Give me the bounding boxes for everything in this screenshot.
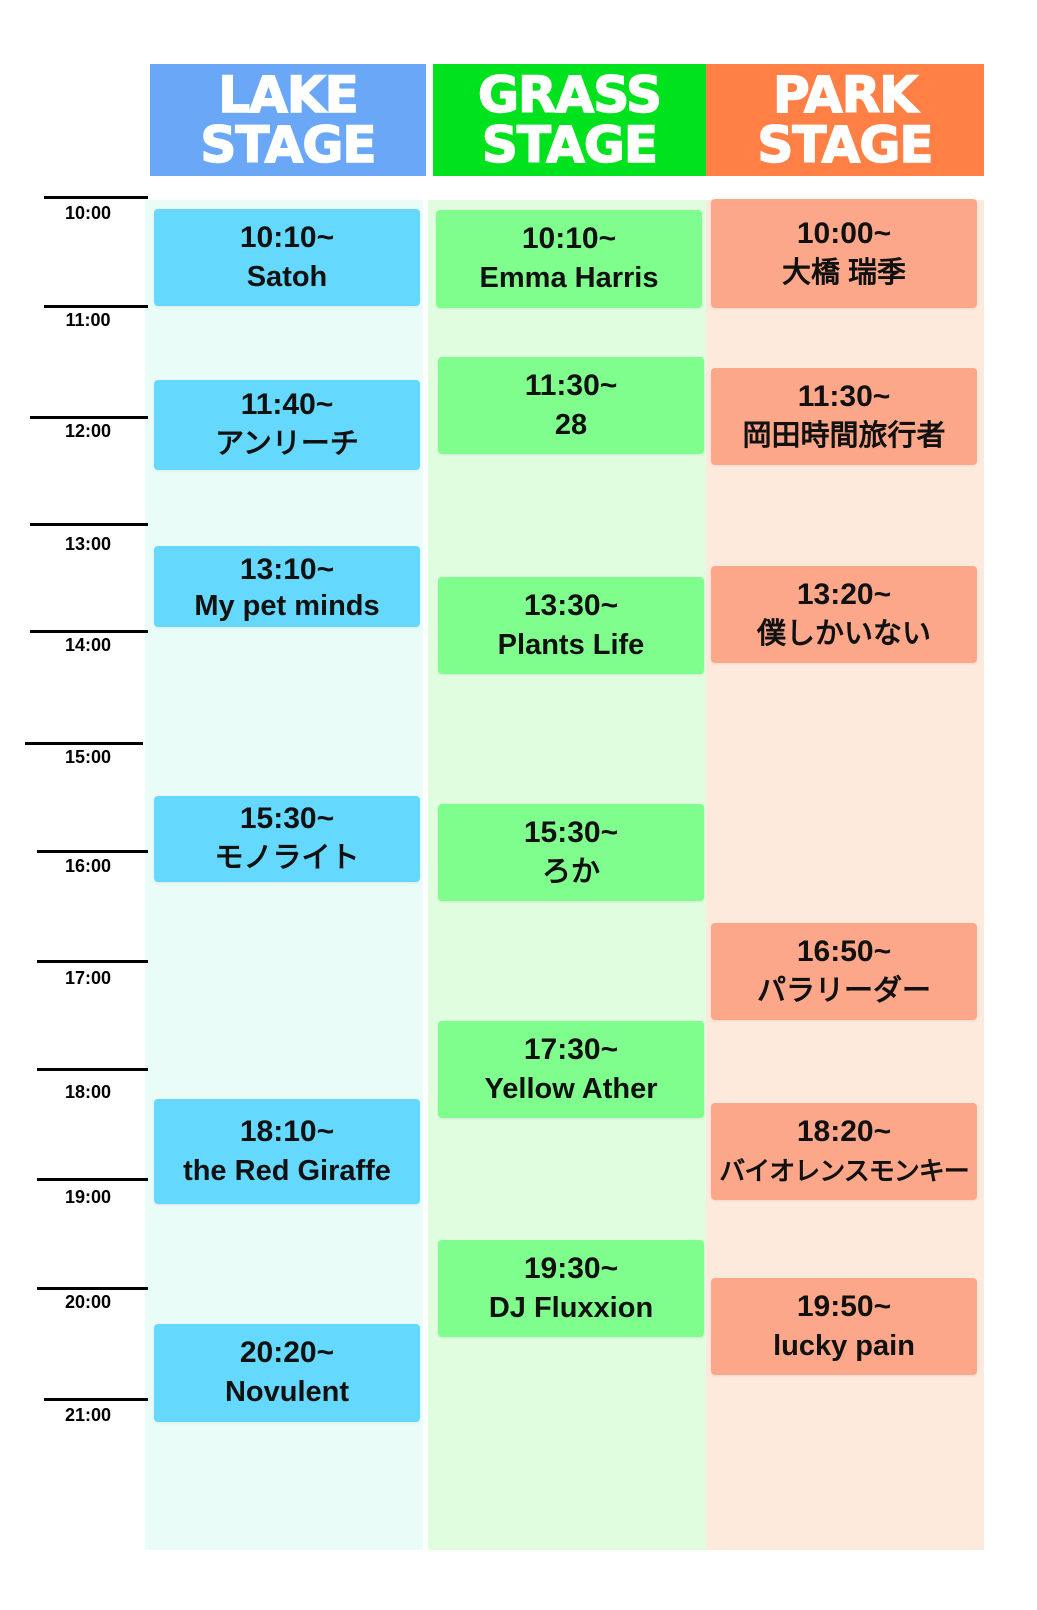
slot-time: 19:30~ <box>523 1251 619 1285</box>
park-slot: 18:20~ バイオレンスモンキー <box>711 1103 977 1200</box>
slot-artist: 僕しかいない <box>756 617 931 650</box>
grass-stage-header-line1: GRASS <box>477 66 663 124</box>
lake-slot: 18:10~ the Red Giraffe <box>154 1099 420 1204</box>
slot-time: 18:20~ <box>796 1114 892 1148</box>
grass-slot: 17:30~ Yellow Ather <box>438 1021 704 1118</box>
hour-line <box>30 630 148 633</box>
hour-line <box>44 1398 148 1401</box>
slot-artist: DJ Fluxxion <box>488 1291 654 1324</box>
hour-line <box>37 1287 148 1290</box>
hour-label: 16:00 <box>64 856 112 876</box>
lake-slot: 20:20~ Novulent <box>154 1324 420 1422</box>
slot-artist: 岡田時間旅行者 <box>742 419 946 452</box>
hour-line <box>37 1068 148 1071</box>
lake-stage-header-line1: LAKE <box>218 66 360 124</box>
lake-slot: 10:10~ Satoh <box>154 209 420 306</box>
slot-time: 10:10~ <box>239 220 335 254</box>
grass-slot: 11:30~ 28 <box>438 357 704 454</box>
slot-artist: My pet minds <box>194 589 380 622</box>
slot-artist: Yellow Ather <box>484 1072 658 1105</box>
grass-slot: 13:30~ Plants Life <box>438 577 704 674</box>
park-slot: 10:00~ 大橋 瑞季 <box>711 199 977 308</box>
hour-line <box>37 1178 148 1181</box>
hour-label: 21:00 <box>64 1405 112 1425</box>
hour-label: 11:00 <box>65 310 111 330</box>
slot-time: 13:20~ <box>796 577 892 611</box>
grass-stage-header-line2: STAGE <box>481 116 659 174</box>
hour-label: 19:00 <box>64 1187 112 1207</box>
hour-label: 17:00 <box>64 968 112 988</box>
hour-label: 18:00 <box>64 1082 112 1102</box>
hour-line <box>44 305 148 308</box>
park-slot: 11:30~ 岡田時間旅行者 <box>711 368 977 465</box>
hour-label: 14:00 <box>64 635 112 655</box>
park-stage-header: PARK STAGE <box>706 64 984 176</box>
slot-artist: パラリーダー <box>756 974 931 1007</box>
slot-artist: Novulent <box>224 1376 350 1408</box>
hour-line <box>25 742 143 745</box>
timetable: LAKE STAGE GRASS STAGE PARK STAGE 10:00 … <box>0 0 1037 1610</box>
hour-line <box>37 850 148 853</box>
slot-artist: バイオレンスモンキー <box>719 1155 969 1186</box>
hour-line <box>30 416 148 419</box>
lake-stage-header: LAKE STAGE <box>150 64 426 176</box>
slot-artist: lucky pain <box>773 1329 915 1362</box>
slot-artist: モノライト <box>214 842 360 874</box>
slot-artist: the Red Giraffe <box>183 1154 391 1187</box>
hour-label: 20:00 <box>64 1292 112 1312</box>
slot-time: 13:30~ <box>523 588 619 622</box>
slot-time: 11:40~ <box>240 388 334 421</box>
slot-time: 18:10~ <box>239 1114 335 1148</box>
slot-artist: 大橋 瑞季 <box>781 256 907 289</box>
slot-time: 10:10~ <box>521 222 617 255</box>
grass-slot: 10:10~ Emma Harris <box>436 210 702 308</box>
park-stage-header-line1: PARK <box>772 66 919 124</box>
hour-label: 10:00 <box>64 203 112 223</box>
lake-slot: 13:10~ My pet minds <box>154 546 420 627</box>
slot-time: 16:50~ <box>796 934 892 968</box>
lake-slot: 15:30~ モノライト <box>154 796 420 882</box>
hour-line <box>44 196 148 199</box>
park-slot: 16:50~ パラリーダー <box>711 923 977 1020</box>
park-stage-header-line2: STAGE <box>757 116 935 174</box>
hour-label: 15:00 <box>64 747 112 767</box>
slot-time: 15:30~ <box>239 802 335 835</box>
hour-label: 12:00 <box>64 421 112 441</box>
hour-line <box>37 960 148 963</box>
grass-slot: 19:30~ DJ Fluxxion <box>438 1240 704 1337</box>
slot-artist: Emma Harris <box>479 262 659 294</box>
slot-time: 11:30~ <box>524 368 618 402</box>
slot-artist: ろか <box>541 855 600 888</box>
slot-artist: Satoh <box>246 260 328 293</box>
slot-time: 11:30~ <box>797 379 891 413</box>
hour-label: 13:00 <box>64 534 112 554</box>
slot-time: 17:30~ <box>523 1032 619 1066</box>
slot-time: 10:00~ <box>796 216 892 250</box>
slot-time: 13:10~ <box>239 552 335 586</box>
grass-stage-header: GRASS STAGE <box>433 64 706 176</box>
grass-slot: 15:30~ ろか <box>438 804 704 901</box>
slot-time: 20:20~ <box>239 1336 335 1369</box>
hour-line <box>30 523 148 526</box>
slot-artist: 28 <box>554 408 588 441</box>
slot-artist: アンリーチ <box>215 428 359 460</box>
slot-time: 15:30~ <box>523 815 619 849</box>
park-slot: 13:20~ 僕しかいない <box>711 566 977 663</box>
slot-time: 19:50~ <box>796 1289 892 1323</box>
lake-slot: 11:40~ アンリーチ <box>154 380 420 470</box>
lake-stage-header-line2: STAGE <box>200 116 378 174</box>
park-slot: 19:50~ lucky pain <box>711 1278 977 1375</box>
slot-artist: Plants Life <box>497 628 645 661</box>
